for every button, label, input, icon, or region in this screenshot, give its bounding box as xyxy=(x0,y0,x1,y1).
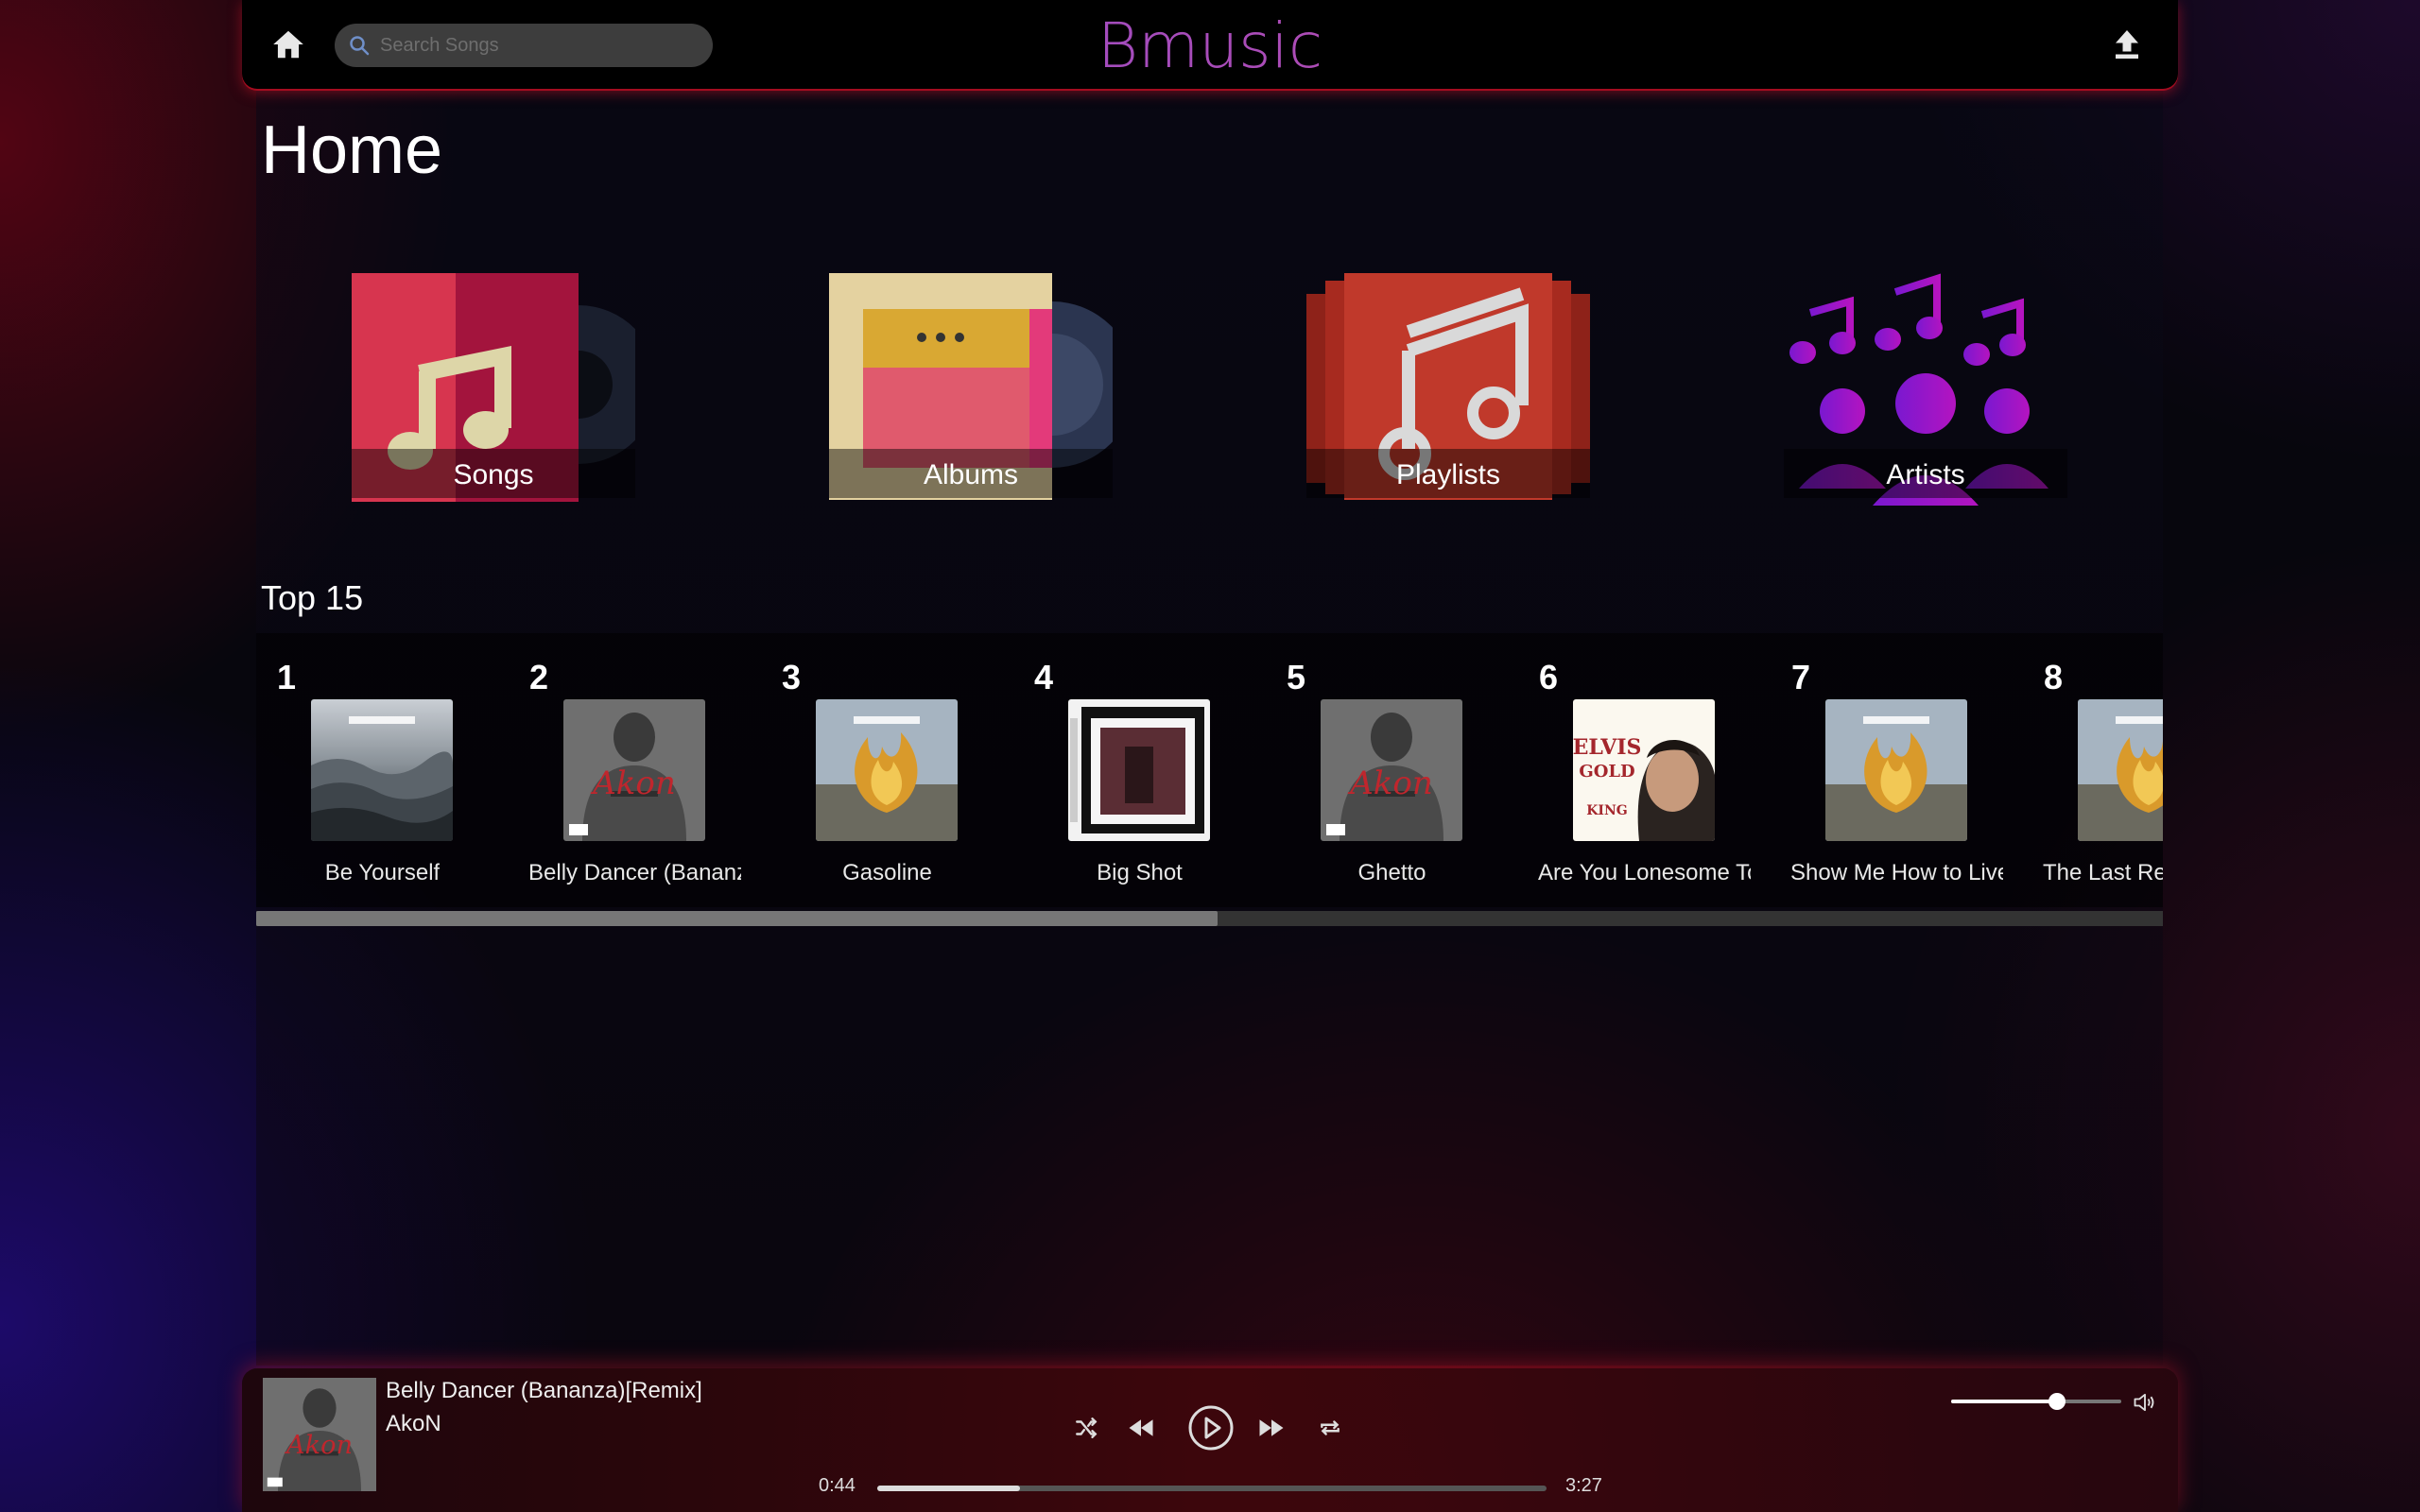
player-bar: Akon Belly Dancer (Bananza)[Remix] AkoN … xyxy=(242,1368,2178,1512)
album-cover xyxy=(311,699,453,841)
repeat-button[interactable] xyxy=(1318,1416,1342,1445)
scrollbar-thumb[interactable] xyxy=(256,911,1218,926)
svg-text:GOLD: GOLD xyxy=(1579,762,1634,782)
top-15-card[interactable]: 8 The Last Remaining Light xyxy=(2023,633,2163,907)
svg-text:KING: KING xyxy=(1586,803,1627,818)
rewind-icon xyxy=(1129,1419,1153,1436)
album-cover: Akon xyxy=(563,699,705,841)
speaker-icon xyxy=(2134,1393,2154,1412)
total-time: 3:27 xyxy=(1565,1475,1602,1496)
song-title-text: The Last Remaining Light xyxy=(2043,860,2163,885)
rank-number: 8 xyxy=(2044,658,2064,696)
top-15-card[interactable]: 5 Akon Ghetto xyxy=(1266,633,1518,907)
rank-number: 6 xyxy=(1539,658,1559,696)
home-button[interactable] xyxy=(270,26,306,62)
song-title: Ghetto xyxy=(1266,860,1518,886)
song-title-text: Ghetto xyxy=(1357,860,1426,885)
rank-number: 2 xyxy=(529,658,549,696)
upload-icon xyxy=(2116,30,2138,59)
song-title-text: Big Shot xyxy=(1097,860,1183,885)
rank-number: 7 xyxy=(1791,658,1811,696)
svg-text:Akon: Akon xyxy=(284,1431,353,1460)
top-15-carousel[interactable]: 1 Be Yourself 2 Akon Belly Dancer (Bananza)[… xyxy=(256,633,2163,907)
mute-button[interactable] xyxy=(2131,1389,2159,1420)
album-cover xyxy=(816,699,958,841)
top-15-card[interactable]: 3 Gasoline xyxy=(761,633,1013,907)
rank-number: 4 xyxy=(1034,658,1054,696)
svg-text:Akon: Akon xyxy=(1347,765,1433,802)
top-15-title: Top 15 xyxy=(261,578,364,617)
category-playlists[interactable]: Playlists xyxy=(1306,269,1590,515)
song-title: The Last Remaining Light xyxy=(2023,860,2163,886)
fast-forward-icon xyxy=(1259,1419,1284,1436)
category-songs[interactable]: Songs xyxy=(352,269,635,515)
page-title: Home xyxy=(261,112,443,188)
song-title: Big Shot xyxy=(1013,860,1266,886)
song-title-text: Gasoline xyxy=(842,860,932,885)
progress-slider[interactable] xyxy=(877,1486,1547,1491)
album-cover: Akon xyxy=(1321,699,1462,841)
volume-slider[interactable] xyxy=(1951,1391,2121,1412)
previous-button[interactable] xyxy=(1127,1414,1155,1447)
now-playing-title: Belly Dancer (Bananza)[Remix] xyxy=(386,1378,702,1403)
home-icon xyxy=(273,30,303,59)
top-15-card[interactable]: 2 Akon Belly Dancer (Bananza)[Remix] xyxy=(509,633,761,907)
top-15-scrollbar[interactable] xyxy=(256,911,2163,926)
repeat-icon xyxy=(1321,1420,1340,1435)
search-input[interactable] xyxy=(378,33,684,58)
rank-number: 5 xyxy=(1287,658,1306,696)
now-playing-cover: Akon xyxy=(263,1378,376,1491)
current-time: 0:44 xyxy=(819,1475,856,1496)
search-box[interactable] xyxy=(335,24,713,67)
top-15-card[interactable]: 7 Show Me How to Live xyxy=(1771,633,2023,907)
top-bar: Bmusic xyxy=(242,0,2178,89)
now-playing-artist: AkoN xyxy=(386,1411,441,1436)
song-title-text: Belly Dancer (Bananza)[Remix] xyxy=(528,860,741,885)
search-icon xyxy=(350,36,370,56)
song-title: Are You Lonesome Tonight xyxy=(1518,860,1771,886)
svg-text:Akon: Akon xyxy=(590,765,676,802)
shuffle-button[interactable] xyxy=(1074,1416,1098,1445)
upload-button[interactable] xyxy=(2110,26,2144,62)
category-label: Albums xyxy=(829,449,1113,498)
album-cover xyxy=(1068,699,1210,841)
album-cover xyxy=(1825,699,1967,841)
category-label: Artists xyxy=(1784,449,2067,498)
song-title: Belly Dancer (Bananza)[Remix] xyxy=(509,860,761,886)
song-title-text: Be Yourself xyxy=(324,860,441,885)
song-title: Show Me How to Live xyxy=(1771,860,2023,886)
play-button[interactable] xyxy=(1187,1404,1235,1456)
album-cover xyxy=(2078,699,2163,841)
song-title-text: Show Me How to Live xyxy=(1790,860,2003,885)
category-label: Songs xyxy=(352,449,635,498)
song-title: Be Yourself xyxy=(256,860,509,886)
category-albums[interactable]: Albums xyxy=(829,269,1113,515)
album-cover: ELVIS GOLD KING xyxy=(1573,699,1715,841)
top-15-card[interactable]: 1 Be Yourself xyxy=(256,633,509,907)
progress-fill xyxy=(877,1486,1020,1491)
volume-fill xyxy=(1951,1400,2057,1403)
category-artists[interactable]: Artists xyxy=(1784,269,2067,515)
play-icon xyxy=(1188,1405,1234,1451)
category-label: Playlists xyxy=(1306,449,1590,498)
top-15-card[interactable]: 4 Big Shot xyxy=(1013,633,1266,907)
svg-text:ELVIS: ELVIS xyxy=(1573,735,1641,760)
shuffle-icon xyxy=(1076,1418,1098,1438)
rank-number: 1 xyxy=(277,658,297,696)
next-button[interactable] xyxy=(1257,1414,1286,1447)
rank-number: 3 xyxy=(782,658,802,696)
top-15-card[interactable]: 6 ELVISGOLD KING Are You Lonesome Tonight xyxy=(1518,633,1771,907)
song-title: Gasoline xyxy=(761,860,1013,886)
volume-knob[interactable] xyxy=(2048,1393,2066,1410)
song-title-text: Are You Lonesome Tonight xyxy=(1538,860,1751,885)
